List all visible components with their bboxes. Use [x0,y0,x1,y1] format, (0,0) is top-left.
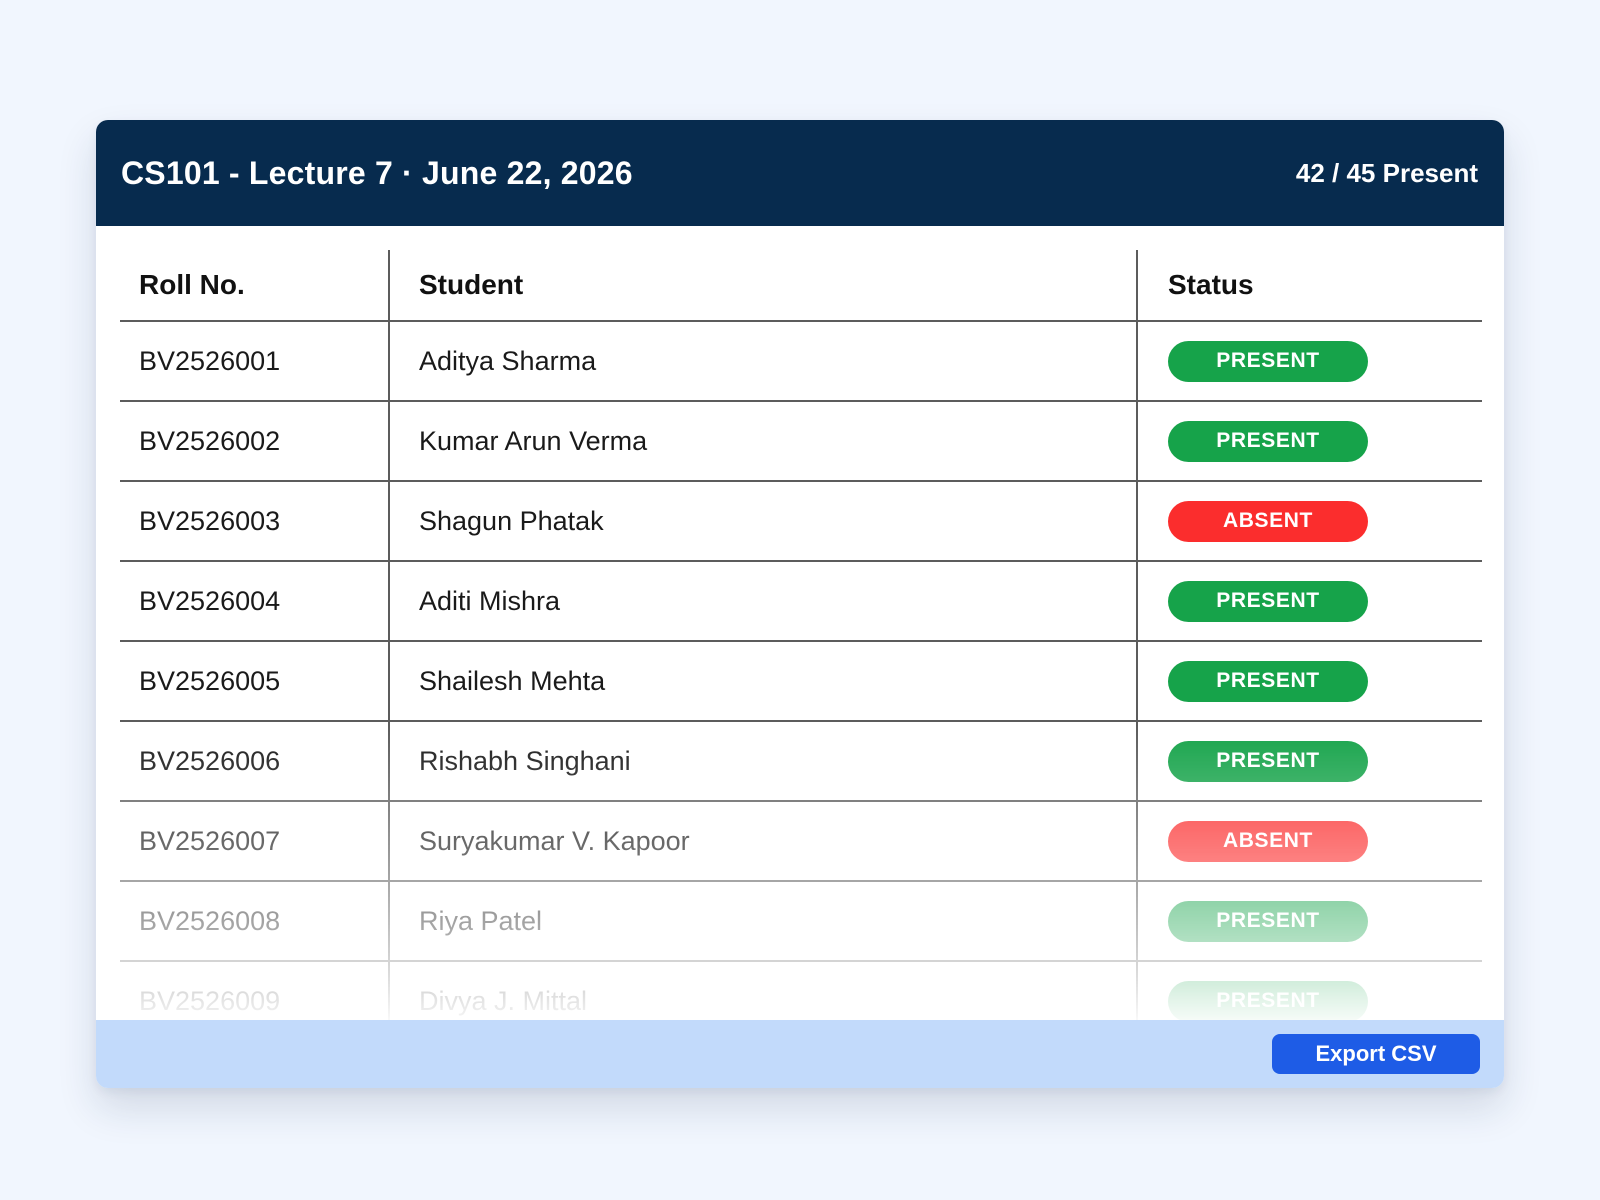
student-name-cell: Rishabh Singhani [390,722,1138,800]
roll-number-cell: BV2526008 [120,882,390,960]
student-name-cell: Kumar Arun Verma [390,402,1138,480]
roll-number-cell: BV2526004 [120,562,390,640]
roll-number-cell: BV2526006 [120,722,390,800]
status-badge: PRESENT [1168,740,1368,782]
status-badge: ABSENT [1168,500,1368,542]
table-row: BV2526003 Shagun Phatak ABSENT [120,482,1482,562]
table-row: BV2526001 Aditya Sharma PRESENT [120,322,1482,402]
attendance-count: 42 / 45 Present [1295,157,1478,188]
status-badge: PRESENT [1168,340,1368,382]
roll-number-cell: BV2526007 [120,802,390,880]
table-row: BV2526006 Rishabh Singhani PRESENT [120,722,1482,802]
roll-number-cell: BV2526003 [120,482,390,560]
table-row: BV2526008 Riya Patel PRESENT [120,882,1482,962]
roll-number-cell: BV2526002 [120,402,390,480]
table-row: BV2526004 Aditi Mishra PRESENT [120,562,1482,642]
status-badge: PRESENT [1168,980,1368,1022]
status-badge: PRESENT [1168,580,1368,622]
student-name-cell: Shailesh Mehta [390,642,1138,720]
attendance-table: Roll No. Student Status BV2526001 Aditya … [120,250,1482,1088]
card-header: CS101 - Lecture 7 · June 22, 2026 42 / 4… [96,120,1504,226]
table-header-row: Roll No. Student Status [120,250,1482,322]
student-name-cell: Suryakumar V. Kapoor [390,802,1138,880]
table-row: BV2526002 Kumar Arun Verma PRESENT [120,402,1482,482]
status-cell: ABSENT [1138,802,1482,880]
status-badge: PRESENT [1168,660,1368,702]
status-badge: PRESENT [1168,900,1368,942]
column-header-student: Student [390,250,1138,320]
status-badge: ABSENT [1168,820,1368,862]
table-row: BV2526005 Shailesh Mehta PRESENT [120,642,1482,722]
status-cell: PRESENT [1138,402,1482,480]
student-name-cell: Aditi Mishra [390,562,1138,640]
table-body: BV2526001 Aditya Sharma PRESENT BV2526002 Ku… [120,322,1482,1042]
student-name-cell: Shagun Phatak [390,482,1138,560]
lecture-title: CS101 - Lecture 7 · June 22, 2026 [121,154,633,191]
status-badge: PRESENT [1168,420,1368,462]
column-header-roll: Roll No. [120,250,390,320]
table-row: BV2526007 Suryakumar V. Kapoor ABSENT [120,802,1482,882]
student-name-cell: Aditya Sharma [390,322,1138,400]
roll-number-cell: BV2526005 [120,642,390,720]
status-cell: PRESENT [1138,642,1482,720]
card-footer: Export CSV [96,1020,1504,1088]
attendance-card: CS101 - Lecture 7 · June 22, 2026 42 / 4… [96,120,1504,1088]
roll-number-cell: BV2526001 [120,322,390,400]
status-cell: ABSENT [1138,482,1482,560]
status-cell: PRESENT [1138,562,1482,640]
export-csv-button[interactable]: Export CSV [1272,1034,1480,1074]
status-cell: PRESENT [1138,322,1482,400]
column-header-status: Status [1168,269,1254,300]
student-name-cell: Riya Patel [390,882,1138,960]
status-cell: PRESENT [1138,882,1482,960]
status-cell: PRESENT [1138,722,1482,800]
